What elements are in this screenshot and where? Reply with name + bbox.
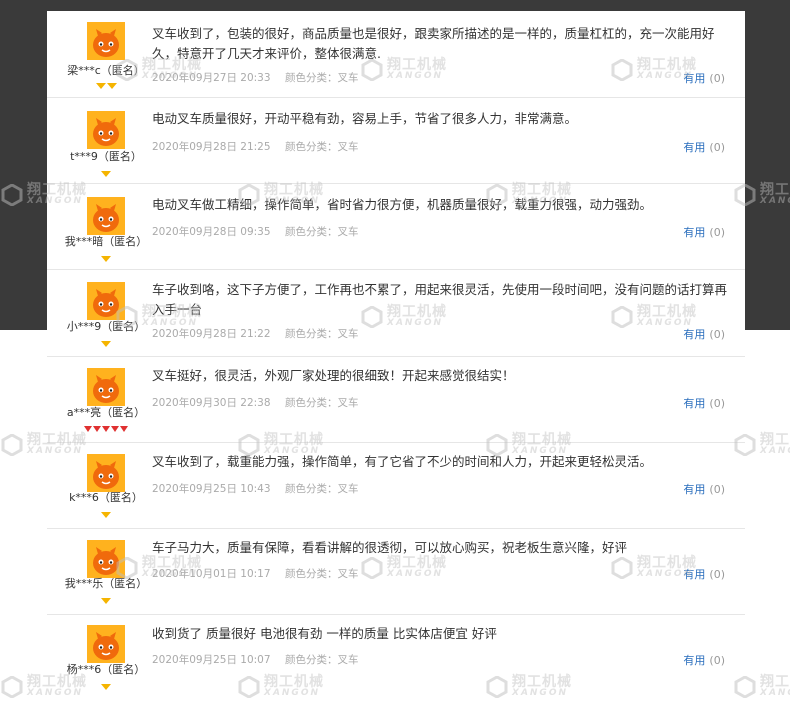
user-level-badge: [47, 509, 165, 519]
diamond-icon: [101, 512, 111, 518]
useful-button[interactable]: 有用 (0): [683, 566, 725, 582]
useful-count: (0): [709, 226, 725, 239]
review-date: 2020年10月01日 10:17: [152, 568, 271, 580]
username: 小***9（匿名）: [66, 320, 146, 333]
useful-count: (0): [709, 568, 725, 581]
useful-button[interactable]: 有用 (0): [683, 395, 725, 411]
color-category: 颜色分类：叉车: [285, 397, 359, 409]
review-text: 车子收到咯，这下子方便了，工作再也不累了，用起来很灵活，先使用一段时间吧，没有问…: [152, 282, 728, 317]
heart-icon: [84, 426, 92, 432]
username: a***亮（匿名）: [66, 406, 146, 419]
diamond-icon: [106, 83, 117, 89]
review-item: 我***暗（匿名） 电动叉车做工精细，操作简单，省时省力很方便，机器质量很好，载…: [47, 184, 745, 270]
diamond-icon: [101, 171, 111, 177]
useful-count: (0): [709, 72, 725, 85]
useful-count: (0): [709, 328, 725, 341]
useful-button[interactable]: 有用 (0): [683, 224, 725, 240]
user-level-badge: [47, 338, 165, 348]
review-date: 2020年09月25日 10:07: [152, 654, 271, 666]
review-item: 小***9（匿名） 车子收到咯，这下子方便了，工作再也不累了，用起来很灵活，先使…: [47, 270, 745, 357]
review-text: 叉车挺好，很灵活，外观厂家处理的很细致！开起来感觉很结实！: [152, 368, 515, 383]
avatar-icon: [87, 282, 125, 320]
review-text: 叉车收到了，包装的很好，商品质量也是很好，跟卖家所描述的是一样的，质量杠杠的，充…: [152, 26, 715, 61]
heart-icon: [102, 426, 110, 432]
review-date: 2020年09月28日 21:25: [152, 141, 271, 153]
user-level-badge: [47, 595, 165, 605]
review-date: 2020年09月28日 21:22: [152, 328, 271, 340]
username: 杨***6（匿名）: [66, 663, 146, 676]
review-text: 车子马力大，质量有保障，看看讲解的很透彻，可以放心购买，祝老板生意兴隆，好评: [152, 540, 628, 555]
review-text: 收到货了 质量很好 电池很有劲 一样的质量 比实体店便宜 好评: [152, 626, 497, 641]
diamond-icon: [101, 341, 111, 347]
user-level-badge: [47, 423, 165, 433]
diamond-icon: [101, 256, 111, 262]
username: t***9（匿名）: [70, 150, 142, 163]
user-level-badge: [47, 253, 165, 263]
avatar-icon: [87, 197, 125, 235]
review-date: 2020年09月27日 20:33: [152, 72, 271, 84]
avatar-icon: [87, 111, 125, 149]
diamond-icon: [101, 684, 111, 690]
review-date: 2020年09月25日 10:43: [152, 483, 271, 495]
review-item: 我***乐（匿名） 车子马力大，质量有保障，看看讲解的很透彻，可以放心购买，祝老…: [47, 529, 745, 615]
review-item: a***亮（匿名） 叉车挺好，很灵活，外观厂家处理的很细致！开起来感觉很结实！ …: [47, 357, 745, 443]
useful-button[interactable]: 有用 (0): [683, 139, 725, 155]
avatar-icon: [87, 540, 125, 578]
review-text: 叉车收到了，载重能力强，操作简单，有了它省了不少的时间和人力，开起来更轻松灵活。: [152, 454, 653, 469]
username: 梁***c（匿名）: [67, 64, 145, 77]
useful-button[interactable]: 有用 (0): [683, 652, 725, 668]
review-item: 杨***6（匿名） 收到货了 质量很好 电池很有劲 一样的质量 比实体店便宜 好…: [47, 615, 745, 701]
avatar-icon: [87, 368, 125, 406]
color-category: 颜色分类：叉车: [285, 483, 359, 495]
avatar-icon: [87, 22, 125, 60]
review-text: 电动叉车质量很好，开动平稳有劲，容易上手，节省了很多人力，非常满意。: [152, 111, 578, 126]
useful-button[interactable]: 有用 (0): [683, 481, 725, 497]
heart-icon: [111, 426, 119, 432]
useful-count: (0): [709, 141, 725, 154]
avatar-icon: [87, 454, 125, 492]
color-category: 颜色分类：叉车: [285, 654, 359, 666]
user-level-badge: [47, 681, 165, 691]
review-date: 2020年09月30日 22:38: [152, 397, 271, 409]
useful-button[interactable]: 有用 (0): [683, 326, 725, 342]
useful-button[interactable]: 有用 (0): [683, 70, 725, 86]
review-item: k***6（匿名） 叉车收到了，载重能力强，操作简单，有了它省了不少的时间和人力…: [47, 443, 745, 529]
useful-count: (0): [709, 397, 725, 410]
user-level-badge: [47, 80, 165, 90]
useful-count: (0): [709, 654, 725, 667]
avatar-icon: [87, 625, 125, 663]
review-text: 电动叉车做工精细，操作简单，省时省力很方便，机器质量很好，载重力很强，动力强劲。: [152, 197, 653, 212]
diamond-icon: [95, 83, 106, 89]
review-item: 梁***c（匿名） 叉车收到了，包装的很好，商品质量也是很好，跟卖家所描述的是一…: [47, 11, 745, 98]
heart-icon: [93, 426, 101, 432]
color-category: 颜色分类：叉车: [285, 141, 359, 153]
username: 我***暗（匿名）: [64, 235, 148, 248]
user-level-badge: [47, 168, 165, 178]
heart-icon: [120, 426, 128, 432]
color-category: 颜色分类：叉车: [285, 226, 359, 238]
color-category: 颜色分类：叉车: [285, 568, 359, 580]
review-date: 2020年09月28日 09:35: [152, 226, 271, 238]
color-category: 颜色分类：叉车: [285, 72, 359, 84]
diamond-icon: [101, 598, 111, 604]
review-item: t***9（匿名） 电动叉车质量很好，开动平稳有劲，容易上手，节省了很多人力，非…: [47, 98, 745, 184]
color-category: 颜色分类：叉车: [285, 328, 359, 340]
username: 我***乐（匿名）: [64, 577, 148, 590]
username: k***6（匿名）: [69, 491, 143, 504]
useful-count: (0): [709, 483, 725, 496]
